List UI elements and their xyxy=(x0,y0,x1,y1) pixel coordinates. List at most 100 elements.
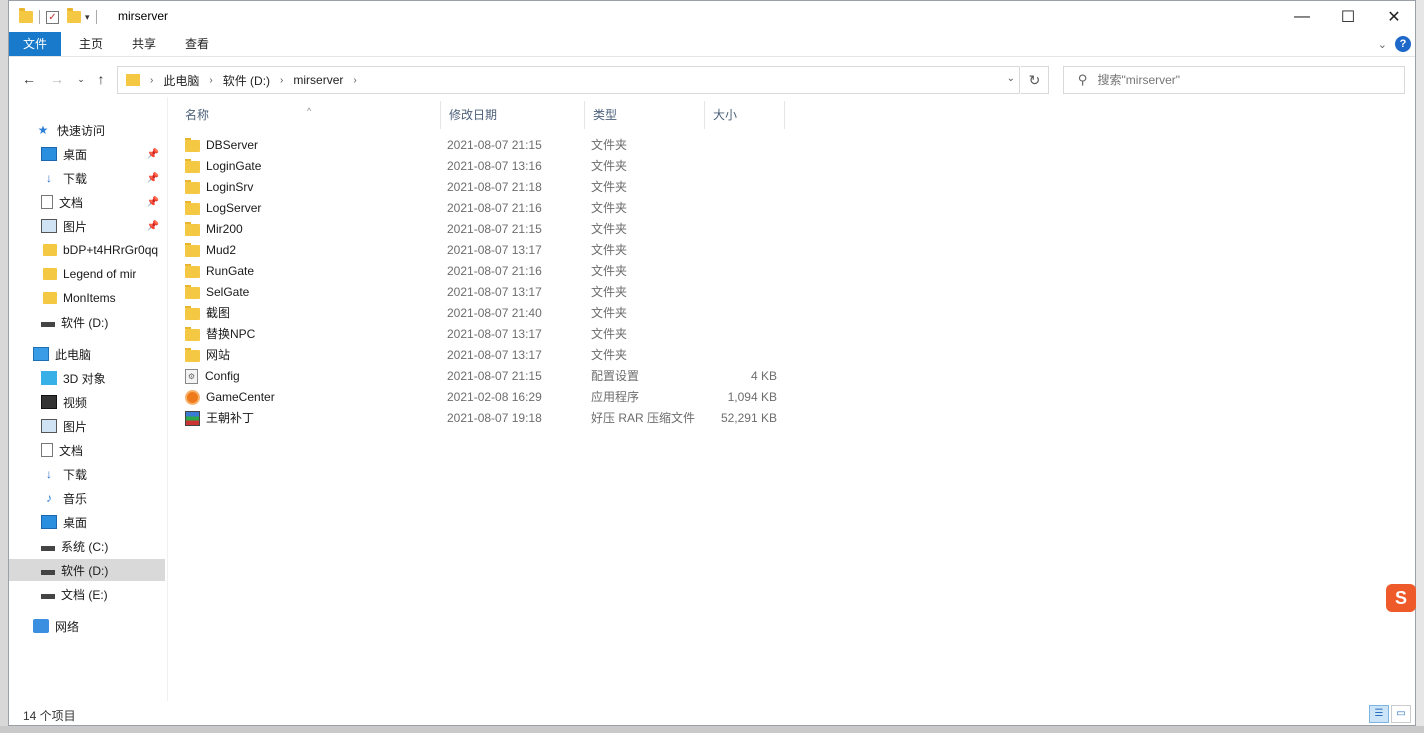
file-row[interactable]: 替换NPC 2021-08-07 13:17 文件夹 xyxy=(177,324,797,345)
nav-pc-downloads[interactable]: ↓ 下载 xyxy=(9,463,165,485)
file-row[interactable]: SelGate 2021-08-07 13:17 文件夹 xyxy=(177,282,797,303)
navigation-bar: ← → ⌄ ↑ › 此电脑 › 软件 (D:) › mirserver › ⌄ … xyxy=(9,62,1415,96)
chevron-right-icon[interactable]: › xyxy=(280,75,283,86)
drive-icon xyxy=(41,569,55,575)
nav-quick-folder-bdp[interactable]: bDP+t4HRrGr0qq xyxy=(9,239,165,261)
file-row[interactable]: 王朝补丁 2021-08-07 19:18 好压 RAR 压缩文件 52,291 KB xyxy=(177,408,797,429)
file-row[interactable]: LogServer 2021-08-07 21:16 文件夹 xyxy=(177,198,797,219)
tab-home[interactable]: 主页 xyxy=(67,32,115,56)
breadcrumb-mirserver[interactable]: mirserver xyxy=(293,73,343,87)
chevron-right-icon[interactable]: › xyxy=(353,75,356,86)
file-type: 文件夹 xyxy=(591,180,628,194)
file-row[interactable]: LoginSrv 2021-08-07 21:18 文件夹 xyxy=(177,177,797,198)
nav-network[interactable]: 网络 xyxy=(9,615,165,637)
help-icon[interactable]: ? xyxy=(1395,36,1411,52)
details-view-button[interactable]: ☰ xyxy=(1369,705,1389,723)
tab-file[interactable]: 文件 xyxy=(9,32,62,56)
file-type: 文件夹 xyxy=(591,201,628,215)
refresh-button[interactable]: ↻ xyxy=(1021,66,1049,94)
nav-pc-music[interactable]: ♪ 音乐 xyxy=(9,487,165,509)
file-date: 2021-08-07 21:15 xyxy=(447,222,542,236)
nav-quick-desktop[interactable]: 桌面 📌 xyxy=(9,143,165,165)
new-folder-icon[interactable] xyxy=(67,8,81,23)
nav-pc-drive-d[interactable]: 软件 (D:) xyxy=(9,559,165,581)
file-size xyxy=(707,177,777,198)
file-size xyxy=(707,324,777,345)
file-size xyxy=(707,135,777,156)
nav-quick-access[interactable]: ★ 快速访问 xyxy=(9,119,165,141)
file-name: 王朝补丁 xyxy=(206,411,255,425)
ime-logo-icon[interactable]: S xyxy=(1386,584,1416,612)
file-row[interactable]: ⚙ Config 2021-08-07 21:15 配置设置 4 KB xyxy=(177,366,797,387)
column-header-date[interactable]: 修改日期 xyxy=(441,101,585,129)
sort-ascending-icon: ^ xyxy=(307,106,312,116)
file-date: 2021-08-07 21:16 xyxy=(447,264,542,278)
document-icon xyxy=(41,443,53,457)
nav-quick-drive-d[interactable]: 软件 (D:) xyxy=(9,311,165,333)
nav-pc-documents[interactable]: 文档 xyxy=(9,439,165,461)
breadcrumb-drive-d[interactable]: 软件 (D:) xyxy=(223,72,270,89)
toolbar-divider xyxy=(95,10,97,24)
system-drive-icon xyxy=(41,545,55,551)
nav-quick-documents[interactable]: 文档 📌 xyxy=(9,191,165,213)
file-size: 1,094 KB xyxy=(727,390,777,404)
customize-toolbar-icon[interactable]: ▾ xyxy=(85,12,90,23)
address-bar[interactable]: › 此电脑 › 软件 (D:) › mirserver › ⌄ xyxy=(117,66,1020,94)
picture-icon xyxy=(41,419,57,433)
file-row[interactable]: DBServer 2021-08-07 21:15 文件夹 xyxy=(177,135,797,156)
tab-share[interactable]: 共享 xyxy=(120,32,168,56)
column-header-type[interactable]: 类型 xyxy=(585,101,705,129)
address-history-dropdown-icon[interactable]: ⌄ xyxy=(1007,73,1015,84)
up-button[interactable]: ↑ xyxy=(91,68,111,90)
breadcrumb-this-pc[interactable]: 此电脑 xyxy=(163,72,199,89)
nav-pc-desktop[interactable]: 桌面 xyxy=(9,511,165,533)
file-row[interactable]: RunGate 2021-08-07 21:16 文件夹 xyxy=(177,261,797,282)
file-date: 2021-08-07 13:17 xyxy=(447,243,542,257)
search-input[interactable] xyxy=(1097,73,1378,87)
file-date: 2021-08-07 21:15 xyxy=(447,369,542,383)
nav-quick-pictures[interactable]: 图片 📌 xyxy=(9,215,165,237)
file-row[interactable]: GameCenter 2021-02-08 16:29 应用程序 1,094 KB xyxy=(177,387,797,408)
forward-button[interactable]: → xyxy=(47,68,67,90)
nav-pc-pictures[interactable]: 图片 xyxy=(9,415,165,437)
column-header-size[interactable]: 大小 xyxy=(705,101,785,129)
file-type: 文件夹 xyxy=(591,222,628,236)
file-row[interactable]: 截图 2021-08-07 21:40 文件夹 xyxy=(177,303,797,324)
nav-quick-downloads[interactable]: ↓ 下载 📌 xyxy=(9,167,165,189)
column-header-name[interactable]: 名称 ^ xyxy=(177,101,441,129)
nav-quick-folder-legend[interactable]: Legend of mir xyxy=(9,263,165,285)
star-icon: ★ xyxy=(37,123,49,137)
chevron-right-icon[interactable]: › xyxy=(150,75,153,86)
pin-icon: 📌 xyxy=(146,148,159,160)
chevron-right-icon[interactable]: › xyxy=(209,75,212,86)
download-icon: ↓ xyxy=(46,171,52,185)
file-row[interactable]: Mir200 2021-08-07 21:15 文件夹 xyxy=(177,219,797,240)
tab-view[interactable]: 查看 xyxy=(173,32,221,56)
file-name: DBServer xyxy=(206,138,259,152)
folder-icon xyxy=(185,179,200,194)
nav-pc-drive-c[interactable]: 系统 (C:) xyxy=(9,535,165,557)
file-size xyxy=(707,261,777,282)
search-box[interactable]: ⚲ xyxy=(1063,66,1405,94)
maximize-button[interactable]: ☐ xyxy=(1325,1,1371,32)
file-row[interactable]: LoginGate 2021-08-07 13:16 文件夹 xyxy=(177,156,797,177)
minimize-button[interactable]: — xyxy=(1279,1,1325,32)
nav-pc-videos[interactable]: 视频 xyxy=(9,391,165,413)
nav-pc-drive-e[interactable]: 文档 (E:) xyxy=(9,583,165,605)
file-date: 2021-08-07 19:18 xyxy=(447,411,542,425)
recent-locations-icon[interactable]: ⌄ xyxy=(71,68,91,90)
expand-ribbon-icon[interactable]: ⌄ xyxy=(1378,38,1387,51)
close-button[interactable]: ✕ xyxy=(1371,1,1417,32)
window-title: mirserver xyxy=(118,9,168,23)
file-row[interactable]: Mud2 2021-08-07 13:17 文件夹 xyxy=(177,240,797,261)
item-count: 14 个项目 xyxy=(23,709,76,723)
properties-icon[interactable]: ✓ xyxy=(46,10,59,24)
nav-this-pc[interactable]: 此电脑 xyxy=(9,343,165,365)
pin-icon: 📌 xyxy=(146,172,159,184)
file-row[interactable]: 网站 2021-08-07 13:17 文件夹 xyxy=(177,345,797,366)
large-icons-view-button[interactable]: ▭ xyxy=(1391,705,1411,723)
back-button[interactable]: ← xyxy=(19,68,39,90)
nav-quick-folder-monitems[interactable]: MonItems xyxy=(9,287,165,309)
nav-pc-3d-objects[interactable]: 3D 对象 xyxy=(9,367,165,389)
pane-divider[interactable] xyxy=(167,97,168,701)
